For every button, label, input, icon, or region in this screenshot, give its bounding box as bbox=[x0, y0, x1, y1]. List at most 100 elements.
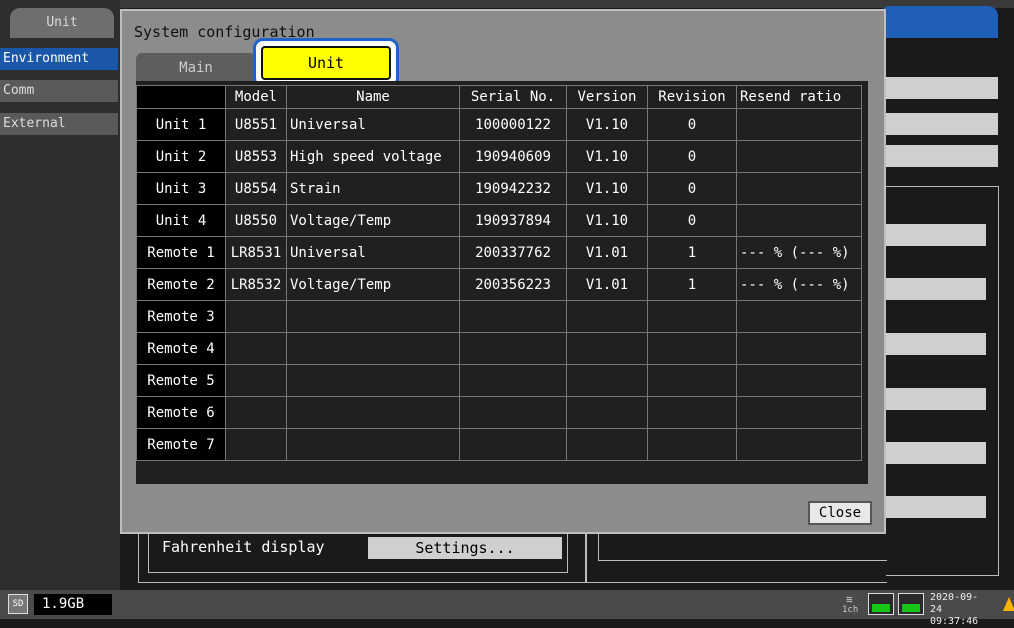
cell-version: V1.10 bbox=[566, 140, 648, 173]
cell-resend bbox=[736, 172, 862, 205]
unit-table: Model Name Serial No. Version Revision R… bbox=[136, 85, 862, 461]
sd-card-icon: SD bbox=[8, 594, 28, 614]
column-header-resend: Resend ratio bbox=[736, 85, 862, 109]
background-field[interactable] bbox=[886, 77, 998, 99]
cell-model: U8550 bbox=[225, 204, 287, 237]
row-label: Remote 2 bbox=[136, 268, 226, 301]
cell-serial bbox=[459, 396, 567, 429]
row-label: Remote 3 bbox=[136, 300, 226, 333]
cell-model bbox=[225, 300, 287, 333]
cell-revision bbox=[647, 332, 737, 365]
row-label: Unit 4 bbox=[136, 204, 226, 237]
cell-name: Strain bbox=[286, 172, 460, 205]
background-field[interactable] bbox=[886, 442, 986, 464]
cell-name: High speed voltage bbox=[286, 140, 460, 173]
close-button[interactable]: Close bbox=[808, 501, 872, 525]
table-row: Remote 6 bbox=[136, 396, 862, 429]
column-header-version: Version bbox=[566, 85, 648, 109]
cell-resend bbox=[736, 396, 862, 429]
row-label: Remote 6 bbox=[136, 396, 226, 429]
sidebar-item-comm[interactable]: Comm bbox=[0, 80, 118, 102]
cell-model: U8553 bbox=[225, 140, 287, 173]
cell-serial: 190937894 bbox=[459, 204, 567, 237]
warning-icon bbox=[1003, 597, 1014, 611]
cell-version bbox=[566, 300, 648, 333]
cell-revision: 1 bbox=[647, 268, 737, 301]
fahrenheit-settings-button[interactable]: Settings... bbox=[368, 537, 562, 559]
cell-name bbox=[286, 332, 460, 365]
row-label: Remote 7 bbox=[136, 428, 226, 461]
cell-version: V1.10 bbox=[566, 108, 648, 141]
fahrenheit-label: Fahrenheit display bbox=[162, 538, 325, 556]
background-field[interactable] bbox=[886, 278, 986, 300]
sidebar-tab-unit[interactable]: Unit bbox=[10, 8, 114, 38]
cell-version: V1.01 bbox=[566, 236, 648, 269]
row-label: Unit 1 bbox=[136, 108, 226, 141]
row-label: Unit 3 bbox=[136, 172, 226, 205]
sidebar-item-external[interactable]: External bbox=[0, 113, 118, 135]
background-field[interactable] bbox=[886, 113, 998, 135]
cell-resend bbox=[736, 204, 862, 237]
cell-name: Voltage/Temp bbox=[286, 268, 460, 301]
background-field[interactable] bbox=[886, 333, 986, 355]
column-header-blank bbox=[136, 85, 226, 109]
status-bar: SD 1.9GB ≋ 1ch 2020-09-24 09:37:46 bbox=[0, 590, 1014, 627]
screen-tab[interactable] bbox=[880, 6, 998, 38]
cell-name bbox=[286, 364, 460, 397]
cell-version bbox=[566, 396, 648, 429]
column-header-revision: Revision bbox=[647, 85, 737, 109]
sidebar-item-environment[interactable]: Environment bbox=[0, 48, 118, 70]
cell-resend bbox=[736, 140, 862, 173]
cell-model bbox=[225, 364, 287, 397]
cell-resend: --- % (--- %) bbox=[736, 268, 862, 301]
time-text: 09:37:46 bbox=[930, 616, 979, 627]
background-field[interactable] bbox=[886, 388, 986, 410]
row-label: Remote 4 bbox=[136, 332, 226, 365]
table-row: Remote 1 LR8531 Universal 200337762 V1.0… bbox=[136, 236, 862, 269]
cell-model bbox=[225, 332, 287, 365]
cell-serial bbox=[459, 428, 567, 461]
cell-version bbox=[566, 364, 648, 397]
cell-revision: 0 bbox=[647, 172, 737, 205]
cell-revision: 0 bbox=[647, 140, 737, 173]
cell-name bbox=[286, 300, 460, 333]
cell-model: LR8532 bbox=[225, 268, 287, 301]
cell-revision: 0 bbox=[647, 204, 737, 237]
cell-model: U8554 bbox=[225, 172, 287, 205]
unit-table-area: Model Name Serial No. Version Revision R… bbox=[136, 81, 868, 484]
table-row: Remote 2 LR8532 Voltage/Temp 200356223 V… bbox=[136, 268, 862, 301]
background-field[interactable] bbox=[886, 496, 986, 518]
battery-icon bbox=[898, 593, 924, 615]
table-row: Unit 1 U8551 Universal 100000122 V1.10 0 bbox=[136, 108, 862, 141]
column-header-name: Name bbox=[286, 85, 460, 109]
column-header-serial: Serial No. bbox=[459, 85, 567, 109]
tab-unit[interactable]: Unit bbox=[261, 46, 391, 80]
cell-version bbox=[566, 332, 648, 365]
cell-revision bbox=[647, 396, 737, 429]
table-row: Unit 2 U8553 High speed voltage 19094060… bbox=[136, 140, 862, 173]
cell-version: V1.10 bbox=[566, 172, 648, 205]
row-label: Remote 5 bbox=[136, 364, 226, 397]
tab-main[interactable]: Main bbox=[136, 53, 256, 81]
cell-model: LR8531 bbox=[225, 236, 287, 269]
table-row: Remote 7 bbox=[136, 428, 862, 461]
cell-resend bbox=[736, 300, 862, 333]
cell-serial bbox=[459, 300, 567, 333]
cell-name bbox=[286, 428, 460, 461]
row-label: Unit 2 bbox=[136, 140, 226, 173]
cell-revision: 1 bbox=[647, 236, 737, 269]
storage-free: 1.9GB bbox=[34, 594, 112, 615]
cell-resend bbox=[736, 428, 862, 461]
cell-version: V1.10 bbox=[566, 204, 648, 237]
cell-model bbox=[225, 396, 287, 429]
date-text: 2020-09-24 bbox=[930, 592, 979, 615]
row-label: Remote 1 bbox=[136, 236, 226, 269]
cell-revision bbox=[647, 300, 737, 333]
battery-icon bbox=[868, 593, 894, 615]
cell-serial: 100000122 bbox=[459, 108, 567, 141]
table-row: Unit 3 U8554 Strain 190942232 V1.10 0 bbox=[136, 172, 862, 205]
cell-serial: 190940609 bbox=[459, 140, 567, 173]
background-field[interactable] bbox=[886, 224, 986, 246]
table-header-row: Model Name Serial No. Version Revision R… bbox=[136, 85, 862, 109]
background-field[interactable] bbox=[886, 145, 998, 167]
